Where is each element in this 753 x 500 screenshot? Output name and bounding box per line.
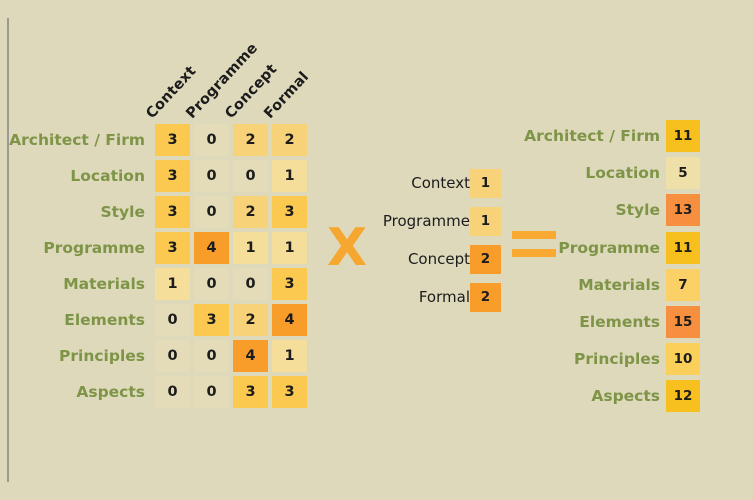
diagram-canvas: Context Programme Concept Formal Architect …: [0, 0, 753, 500]
result-cell: 15: [666, 306, 700, 338]
result-cell: 5: [666, 157, 700, 190]
result-cell: 7: [666, 268, 700, 301]
result-label: Programme: [558, 238, 660, 257]
result-row: Programme 11: [0, 230, 753, 266]
matrix-column-header-row: Context Programme Concept Formal: [143, 40, 315, 122]
result-cell: 10: [666, 343, 700, 376]
result-row: Location 5: [0, 155, 753, 191]
result-cell: 11: [666, 231, 700, 264]
result-label: Principles: [574, 350, 660, 369]
result-row: Materials 7: [0, 267, 753, 303]
result-label: Style: [615, 201, 660, 220]
result-row: Style 13: [0, 192, 753, 228]
result-cell: 11: [666, 120, 700, 152]
result-label: Materials: [578, 275, 660, 294]
result-label: Aspects: [591, 387, 660, 406]
result-label: Location: [585, 164, 660, 183]
result-label: Architect / Firm: [524, 127, 660, 145]
result-row: Principles 10: [0, 341, 753, 377]
result-row: Architect / Firm 11: [0, 118, 753, 154]
result-cell: 13: [666, 194, 700, 227]
result-label: Elements: [579, 313, 660, 331]
result-row: Aspects 12: [0, 378, 753, 414]
result-row: Elements 15: [0, 304, 753, 340]
result-cell: 12: [666, 380, 700, 413]
